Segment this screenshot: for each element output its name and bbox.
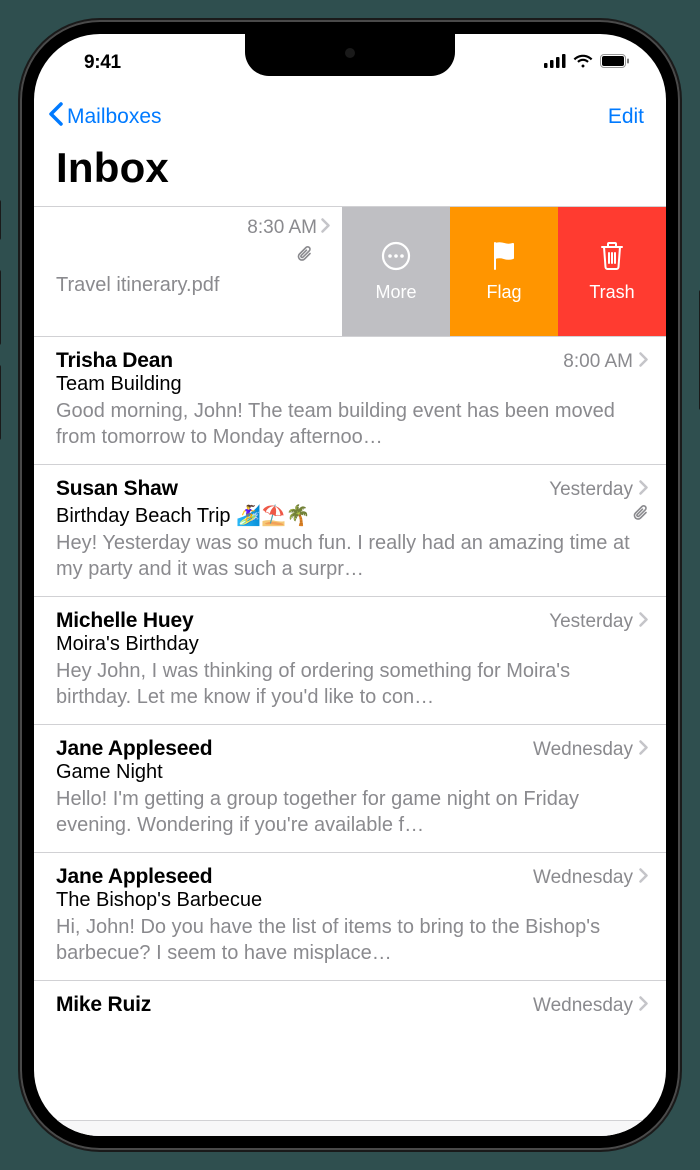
status-indicators xyxy=(544,52,630,74)
email-subject: The Bishop's Barbecue xyxy=(56,889,648,912)
back-label: Mailboxes xyxy=(67,105,162,129)
side-button xyxy=(0,365,1,440)
email-time: Wednesday xyxy=(533,867,633,889)
more-icon xyxy=(381,241,411,276)
email-row[interactable]: Michelle Huey Yesterday Moira's Birthday… xyxy=(34,597,666,725)
email-row[interactable]: Jane Appleseed Wednesday The Bishop's Ba… xyxy=(34,853,666,981)
status-time: 9:41 xyxy=(70,52,121,74)
page-title: Inbox xyxy=(34,140,666,206)
notch xyxy=(245,34,455,76)
time-label: 8:30 AM xyxy=(247,217,317,239)
swipe-actions: More Flag Trash xyxy=(342,207,666,336)
device-mockup: 9:41 Mai xyxy=(0,0,700,1170)
toolbar-strip xyxy=(34,1120,666,1136)
email-row[interactable]: Mike Ruiz Wednesday xyxy=(34,981,666,1021)
email-subject: Birthday Beach Trip 🏄‍♀️⛱️🌴 xyxy=(56,503,311,528)
email-time: Wednesday xyxy=(533,995,633,1017)
email-sender: Trisha Dean xyxy=(56,349,173,373)
email-sender: Michelle Huey xyxy=(56,609,193,633)
attachment-icon xyxy=(633,504,648,527)
chevron-left-icon xyxy=(48,102,63,132)
chevron-right-icon xyxy=(639,995,648,1017)
email-preview: Hey! Yesterday was so much fun. I really… xyxy=(56,530,648,582)
flag-icon xyxy=(490,241,518,276)
side-button xyxy=(0,270,1,345)
edit-button[interactable]: Edit xyxy=(608,105,644,129)
email-preview: Hello! I'm getting a group together for … xyxy=(56,786,648,838)
chevron-right-icon xyxy=(321,217,330,239)
email-subject: Team Building xyxy=(56,373,648,396)
email-row-swiped[interactable]: 8:30 AM Travel itinerary.pdf xyxy=(34,207,666,337)
side-button xyxy=(0,200,1,240)
trash-icon xyxy=(599,241,625,276)
chevron-right-icon xyxy=(639,611,648,633)
chevron-right-icon xyxy=(639,867,648,889)
swipe-more-button[interactable]: More xyxy=(342,207,450,336)
email-preview: Hey John, I was thinking of ordering som… xyxy=(56,658,648,710)
email-time: 8:30 AM xyxy=(247,217,330,239)
email-time: Wednesday xyxy=(533,739,633,761)
email-time: 8:00 AM xyxy=(563,351,633,373)
chevron-right-icon xyxy=(639,479,648,501)
email-sender: Jane Appleseed xyxy=(56,737,212,761)
nav-bar: Mailboxes Edit xyxy=(34,92,666,140)
email-preview: Hi, John! Do you have the list of items … xyxy=(56,914,648,966)
email-subject: Moira's Birthday xyxy=(56,633,648,656)
chevron-right-icon xyxy=(639,351,648,373)
email-row[interactable]: Jane Appleseed Wednesday Game Night Hell… xyxy=(34,725,666,853)
cellular-icon xyxy=(544,52,566,74)
chevron-right-icon xyxy=(639,739,648,761)
swipe-more-label: More xyxy=(375,282,416,303)
attachment-icon xyxy=(56,245,312,268)
email-row[interactable]: Trisha Dean 8:00 AM Team Building Good m… xyxy=(34,337,666,465)
swipe-flag-button[interactable]: Flag xyxy=(450,207,558,336)
swiped-content: 8:30 AM Travel itinerary.pdf xyxy=(34,207,342,336)
swipe-trash-button[interactable]: Trash xyxy=(558,207,666,336)
swipe-flag-label: Flag xyxy=(486,282,521,303)
screen: 9:41 Mai xyxy=(34,34,666,1136)
email-sender: Mike Ruiz xyxy=(56,993,151,1017)
email-subject: Game Night xyxy=(56,761,648,784)
email-row[interactable]: Susan Shaw Yesterday Birthday Beach Trip… xyxy=(34,465,666,597)
wifi-icon xyxy=(573,52,593,74)
back-button[interactable]: Mailboxes xyxy=(48,102,162,132)
email-time: Yesterday xyxy=(549,611,633,633)
attachment-filename: Travel itinerary.pdf xyxy=(56,274,330,297)
phone-frame: 9:41 Mai xyxy=(20,20,680,1150)
email-preview: Good morning, John! The team building ev… xyxy=(56,398,648,450)
swipe-trash-label: Trash xyxy=(589,282,634,303)
email-list: 8:30 AM Travel itinerary.pdf xyxy=(34,206,666,1021)
email-time: Yesterday xyxy=(549,479,633,501)
battery-icon xyxy=(600,52,630,74)
email-sender: Susan Shaw xyxy=(56,477,178,501)
email-sender: Jane Appleseed xyxy=(56,865,212,889)
